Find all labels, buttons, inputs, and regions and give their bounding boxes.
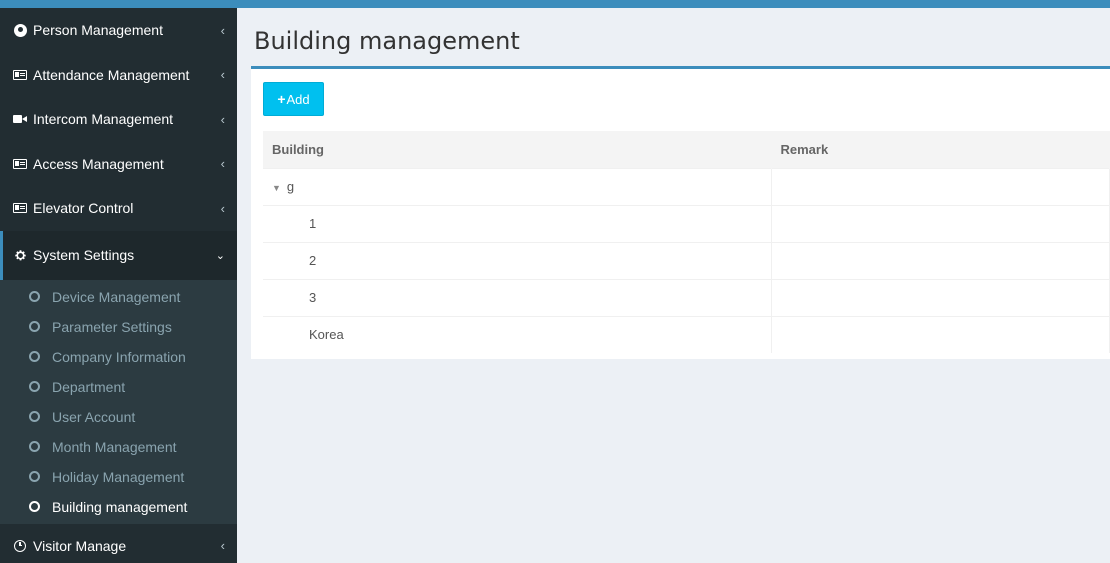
chevron-left-icon: ‹ (220, 111, 225, 127)
chevron-down-icon: ⌄ (215, 249, 225, 262)
caret-down-icon[interactable]: ▼ (272, 183, 281, 193)
submenu-item-user-account[interactable]: User Account (0, 402, 237, 432)
submenu-item-label: Building management (52, 498, 188, 515)
sidebar-item-system-settings[interactable]: System Settings ⌄ (0, 230, 237, 280)
chevron-left-icon: ‹ (220, 22, 225, 38)
add-button-label: Add (286, 91, 310, 107)
chevron-left-icon: ‹ (220, 200, 225, 216)
table-row[interactable]: Korea (263, 315, 1110, 353)
submenu-item-label: User Account (52, 408, 136, 425)
sidebar-item-access-management[interactable]: Access Management ‹ (0, 142, 237, 187)
remark-cell (771, 278, 1110, 316)
circle-icon (29, 471, 40, 482)
submenu-item-company-information[interactable]: Company Information (0, 342, 237, 372)
table-header-row: Building Remark (263, 131, 1110, 168)
circle-icon (29, 321, 40, 332)
submenu-item-label: Parameter Settings (52, 318, 172, 335)
sidebar-item-intercom-management[interactable]: Intercom Management ‹ (0, 97, 237, 142)
clock-icon (13, 539, 27, 553)
building-table: Building Remark ▼ g 1 2 3 Korea (263, 131, 1110, 353)
user-circle-icon (13, 23, 27, 37)
circle-icon (29, 381, 40, 392)
remark-cell (771, 167, 1110, 205)
circle-icon (29, 291, 40, 302)
submenu-item-label: Department (52, 378, 126, 395)
id-card-icon (13, 68, 27, 82)
remark-cell (771, 204, 1110, 242)
building-cell: 1 (263, 204, 772, 242)
page-title: Building management (254, 27, 520, 55)
circle-icon (29, 441, 40, 452)
gear-icon (13, 248, 27, 262)
sidebar-item-label: Access Management (33, 155, 164, 172)
submenu-item-label: Device Management (52, 288, 181, 305)
building-cell: 2 (263, 241, 772, 279)
sidebar-item-label: Person Management (33, 22, 163, 39)
sidebar-item-attendance-management[interactable]: Attendance Management ‹ (0, 53, 237, 98)
submenu-item-holiday-management[interactable]: Holiday Management (0, 462, 237, 492)
building-cell: 3 (263, 278, 772, 316)
sidebar-item-label: Elevator Control (33, 200, 134, 217)
sidebar-item-elevator-control[interactable]: Elevator Control ‹ (0, 186, 237, 231)
circle-icon (29, 501, 40, 512)
top-accent-bar (0, 0, 1110, 8)
submenu-item-building-management[interactable]: Building management (0, 492, 237, 522)
column-header-building[interactable]: Building (263, 131, 772, 168)
submenu-item-month-management[interactable]: Month Management (0, 432, 237, 462)
building-cell[interactable]: ▼ g (263, 167, 772, 205)
remark-cell (771, 315, 1110, 353)
remark-cell (771, 241, 1110, 279)
system-settings-submenu: Device Management Parameter Settings Com… (0, 279, 237, 524)
sidebar: Person Management ‹ Attendance Managemen… (0, 8, 237, 563)
video-camera-icon (13, 112, 27, 126)
building-cell: Korea (263, 315, 772, 353)
sidebar-item-person-management[interactable]: Person Management ‹ (0, 8, 237, 53)
sidebar-item-label: Intercom Management (33, 111, 174, 128)
chevron-left-icon: ‹ (220, 156, 225, 172)
main-content: Building management + Add Building Remar… (237, 8, 1110, 563)
submenu-item-label: Holiday Management (52, 468, 185, 485)
id-card-icon (13, 157, 27, 171)
table-row[interactable]: 3 (263, 278, 1110, 316)
table-row[interactable]: ▼ g (263, 167, 1110, 205)
sidebar-item-visitor-manage[interactable]: Visitor Manage ‹ (0, 524, 237, 563)
plus-icon: + (277, 91, 286, 107)
circle-icon (29, 411, 40, 422)
circle-icon (29, 351, 40, 362)
submenu-item-label: Company Information (52, 348, 186, 365)
add-button[interactable]: + Add (263, 82, 324, 116)
submenu-item-device-management[interactable]: Device Management (0, 282, 237, 312)
chevron-left-icon: ‹ (220, 67, 225, 83)
submenu-item-parameter-settings[interactable]: Parameter Settings (0, 312, 237, 342)
sidebar-item-label: Visitor Manage (33, 537, 127, 554)
table-row[interactable]: 2 (263, 241, 1110, 279)
chevron-left-icon: ‹ (220, 538, 225, 554)
table-row[interactable]: 1 (263, 204, 1110, 242)
column-header-remark[interactable]: Remark (771, 131, 1110, 168)
sidebar-item-label: Attendance Management (33, 66, 190, 83)
building-box: + Add Building Remark ▼ g 1 2 3 Korea (251, 66, 1110, 359)
sidebar-item-label: System Settings (33, 247, 135, 263)
submenu-item-label: Month Management (52, 438, 177, 455)
id-card-icon (13, 201, 27, 215)
building-name: g (286, 179, 295, 194)
submenu-item-department[interactable]: Department (0, 372, 237, 402)
